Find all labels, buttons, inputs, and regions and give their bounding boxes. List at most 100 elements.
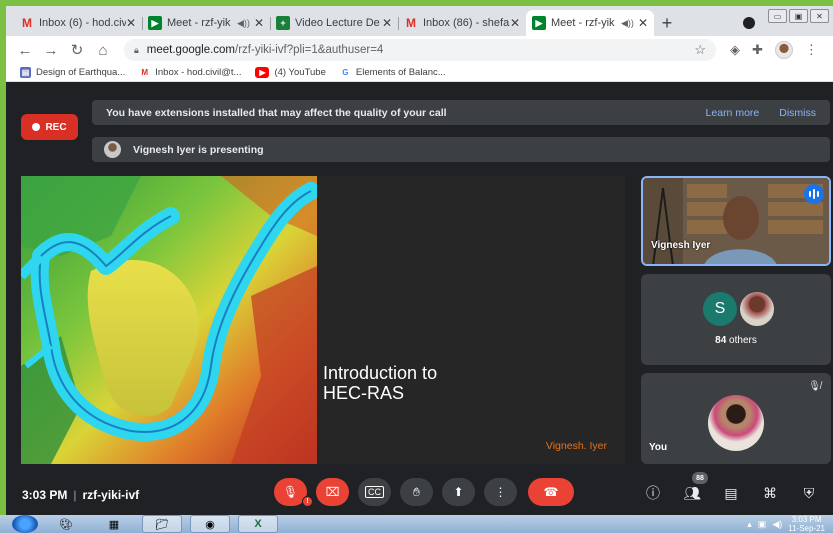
youtube-icon: ▶	[255, 67, 270, 78]
clock-date: 11-Sep-21	[788, 524, 825, 533]
network-icon[interactable]: ▣	[758, 519, 767, 530]
meet-icon: ▶	[532, 16, 546, 30]
speaker-icon[interactable]: ◀))	[237, 18, 250, 29]
bookmark-label: Design of Earthqua...	[36, 67, 126, 78]
self-tile[interactable]: 🎙︎̸ You	[641, 373, 831, 464]
meeting-info-button[interactable]: ⓘ	[642, 482, 664, 504]
restore-icon[interactable]: ▣	[789, 9, 808, 23]
bookmark-item[interactable]: G Elements of Balanc...	[340, 67, 446, 78]
recording-badge[interactable]: REC	[21, 114, 78, 140]
bookmark-label: (4) YouTube	[274, 67, 326, 78]
others-label: 84 others	[641, 335, 831, 346]
new-tab-button[interactable]: +	[654, 10, 680, 36]
tab-inbox-hod[interactable]: M Inbox (6) - hod.civ ✕	[14, 10, 142, 36]
close-icon[interactable]: ✕	[254, 16, 264, 30]
gmail-icon: M	[406, 16, 416, 30]
bookmark-item[interactable]: M Inbox - hod.civil@t...	[139, 67, 241, 78]
bookmark-item[interactable]: ▶ (4) YouTube	[255, 67, 326, 78]
captions-button[interactable]: CC	[358, 478, 391, 506]
tab-title: Inbox (6) - hod.civ	[39, 17, 126, 29]
tab-title: Meet - rzf-yik	[167, 17, 231, 29]
slide-author: Vignesh. Iyer	[545, 440, 607, 452]
tab-meet-active[interactable]: ▶ Meet - rzf-yik ◀)) ✕	[526, 10, 654, 36]
presenter-avatar	[104, 141, 121, 158]
extensions-icon[interactable]: ✚	[752, 42, 763, 58]
learn-more-link[interactable]: Learn more	[706, 107, 760, 119]
close-icon[interactable]: ✕	[382, 16, 392, 30]
lock-icon[interactable]: 🔒︎	[134, 45, 139, 56]
self-avatar	[708, 395, 764, 451]
hand-icon: ✋︎	[413, 484, 420, 499]
profile-avatar[interactable]	[774, 41, 793, 59]
people-count-badge: 88	[692, 472, 708, 484]
dismiss-button[interactable]: Dismiss	[779, 107, 816, 119]
reload-icon[interactable]: ↻	[64, 41, 90, 59]
close-icon[interactable]: ✕	[638, 16, 648, 30]
mic-off-icon: 🎙︎̸	[808, 381, 821, 392]
more-options-button[interactable]: ⋮	[484, 478, 517, 506]
forward-icon[interactable]: →	[38, 42, 64, 59]
camera-toggle-button[interactable]: ⌧	[316, 478, 349, 506]
activities-button[interactable]: ⌘	[759, 482, 781, 504]
file-explorer-icon[interactable]: 📁︎	[142, 515, 182, 533]
record-indicator-icon	[743, 17, 755, 29]
present-button[interactable]: ⬆	[442, 478, 475, 506]
address-bar[interactable]: 🔒︎ meet.google.com /rzf-yiki-ivf?pli=1&a…	[124, 39, 716, 61]
meeting-time: 3:03 PM	[22, 487, 68, 502]
os-taskbar: 🎨︎ ▦ 📁︎ ◉ X ▴ ▣ ◀) 3:03 PM 11-Sep-21	[0, 515, 833, 533]
tab-meet-1[interactable]: ▶ Meet - rzf-yik ◀)) ✕	[142, 10, 270, 36]
others-count: 84	[715, 335, 727, 346]
meeting-code: rzf-yiki-ivf	[82, 487, 140, 502]
sheets-icon: +	[276, 16, 290, 30]
people-button[interactable]: 👥︎	[681, 482, 703, 504]
record-icon	[32, 123, 41, 131]
close-icon[interactable]: ✕	[510, 16, 520, 30]
calculator-icon[interactable]: ▦	[94, 515, 134, 533]
extensions-banner: You have extensions installed that may a…	[92, 100, 830, 125]
leave-call-button[interactable]: ☎︎	[528, 478, 574, 506]
window-controls: ▭ ▣ ✕	[768, 9, 829, 23]
bookmark-item[interactable]: ▤ Design of Earthqua...	[20, 67, 125, 78]
menu-icon[interactable]: ⋮	[805, 42, 818, 58]
more-icon: ⋮	[494, 485, 507, 499]
minimize-icon[interactable]: ▭	[768, 9, 787, 23]
bookmark-icon: ▤	[20, 67, 31, 78]
system-clock[interactable]: 3:03 PM 11-Sep-21	[788, 515, 825, 533]
paint-icon[interactable]: 🎨︎	[46, 515, 86, 533]
start-button[interactable]	[12, 515, 38, 533]
host-controls-button[interactable]: ⛨	[798, 482, 820, 504]
raise-hand-button[interactable]: ✋︎	[400, 478, 433, 506]
back-icon[interactable]: ←	[12, 42, 38, 59]
tab-title: Video Lecture De	[295, 17, 380, 29]
url-path: /rzf-yiki-ivf?pli=1&authuser=4	[235, 44, 384, 56]
star-icon[interactable]: ☆	[694, 42, 706, 58]
tab-inbox-shefa[interactable]: M Inbox (86) - shefa ✕	[398, 10, 526, 36]
tab-video-lecture[interactable]: + Video Lecture De ✕	[270, 10, 398, 36]
chat-button[interactable]: ▤	[720, 482, 742, 504]
cast-icon[interactable]: ◈	[730, 42, 740, 58]
speaker-name: Vignesh Iyer	[651, 240, 711, 251]
close-icon[interactable]: ✕	[126, 16, 136, 30]
rec-label: REC	[45, 121, 67, 133]
speaker-video-tile[interactable]: Vignesh Iyer	[641, 176, 831, 266]
meet-call-area: REC You have extensions installed that m…	[6, 82, 833, 515]
chrome-icon[interactable]: ◉	[190, 515, 230, 533]
banner-actions: Learn more Dismiss	[706, 107, 816, 119]
bookmark-label: Elements of Balanc...	[355, 67, 446, 78]
banner-text: You have extensions installed that may a…	[106, 106, 447, 119]
speaker-icon[interactable]: ◀))	[621, 18, 634, 29]
tray-arrow-icon[interactable]: ▴	[747, 519, 752, 530]
bookmarks-bar: ▤ Design of Earthqua... M Inbox - hod.ci…	[6, 64, 833, 82]
shield-icon: ⛨	[803, 484, 815, 501]
present-icon: ⬆	[453, 485, 464, 499]
excel-icon[interactable]: X	[238, 515, 278, 533]
url-host: meet.google.com	[146, 44, 236, 56]
people-icon: 👥︎	[683, 484, 701, 501]
self-label: You	[649, 442, 668, 453]
close-window-icon[interactable]: ✕	[810, 9, 829, 23]
camera-off-icon: ⌧	[325, 485, 340, 499]
others-tile[interactable]: S 84 others	[641, 274, 831, 365]
volume-icon[interactable]: ◀)	[772, 519, 782, 530]
slide-title-line2: HEC-RAS	[323, 383, 405, 403]
home-icon[interactable]: ⌂	[90, 42, 116, 59]
